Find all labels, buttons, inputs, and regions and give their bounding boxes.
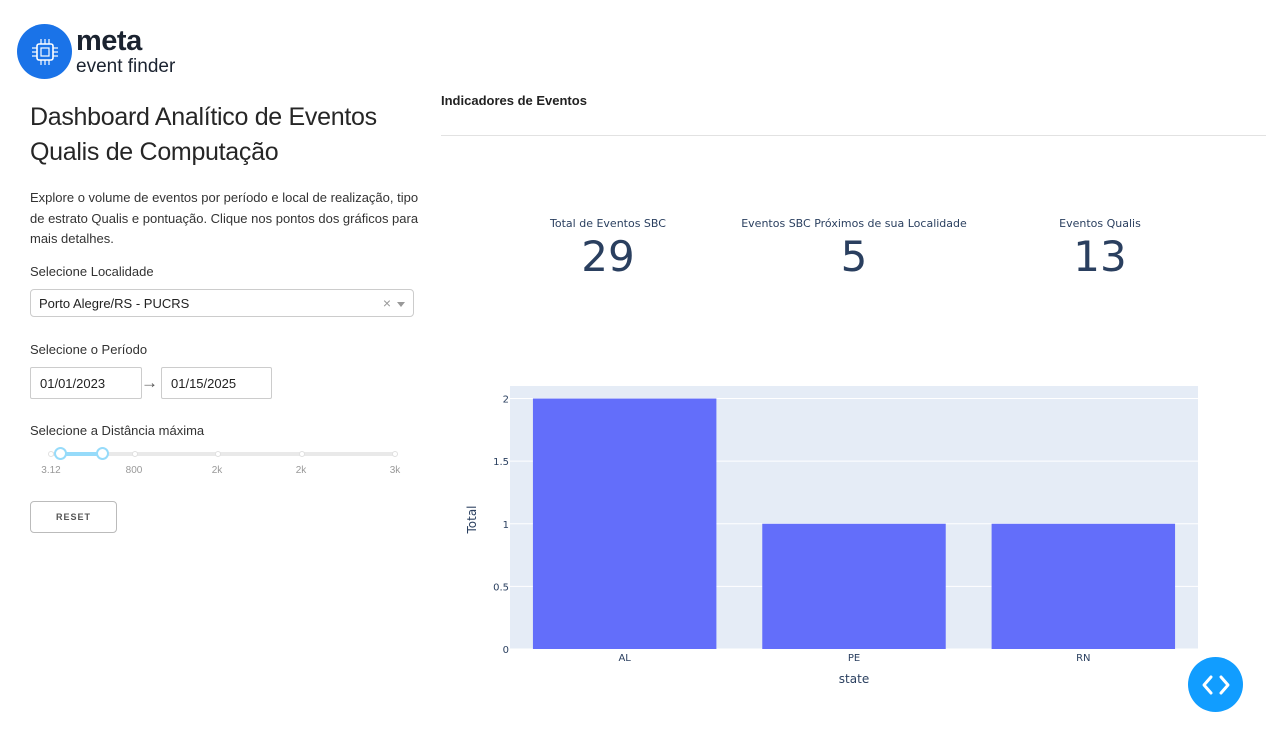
x-tick-label: AL [618,653,631,664]
kpi-qualis: Eventos Qualis 13 [950,217,1250,280]
slider-dot [299,451,305,457]
slider-mark: 3k [389,465,401,476]
slider-mark: 800 [125,465,143,476]
chevron-down-icon[interactable] [397,302,405,307]
y-tick-label: 1 [503,520,509,531]
bar-chart[interactable]: 0 0.5 1 1.5 2 AL PE RN Total state [441,360,1221,700]
divider [441,135,1266,136]
kpi-value: 13 [1073,232,1127,281]
y-axis-label: Total [465,505,479,534]
indicators-title: Indicadores de Eventos [441,93,587,108]
brand-logo: meta event finder [17,24,175,79]
y-tick-label: 0 [503,645,509,656]
y-tick-label: 0.5 [493,582,509,593]
arrow-right-icon: → [141,373,158,392]
page-title: Dashboard Analítico de Eventos Qualis de… [30,103,377,166]
start-date-input[interactable]: 01/01/2023 [30,367,142,399]
kpi-label: Eventos Qualis [1059,217,1141,230]
x-tick-label: RN [1076,653,1090,664]
slider-handle-min[interactable] [54,447,67,460]
location-label: Selecione Localidade [30,264,154,279]
slider-handle-max[interactable] [96,447,109,460]
y-tick-label: 1.5 [493,457,509,468]
sidebar: Dashboard Analítico de Eventos Qualis de… [30,100,420,250]
brand-name: meta [76,25,142,57]
y-tick-label: 2 [503,395,509,406]
distance-label: Selecione a Distância máxima [30,423,205,438]
location-value: Porto Alegre/RS - PUCRS [39,296,190,311]
slider-mark: 3.12 [41,465,61,476]
code-brackets-icon[interactable] [1188,657,1243,712]
x-tick-label: PE [848,653,860,664]
end-date-input[interactable]: 01/15/2025 [161,367,272,399]
reset-button[interactable]: RESET [30,501,117,533]
close-icon[interactable]: × [383,295,391,311]
slider-dot [215,451,221,457]
slider-dot [392,451,398,457]
x-axis-label: state [839,672,869,686]
location-dropdown[interactable]: Porto Alegre/RS - PUCRS × [30,289,414,317]
brand-subtitle: event finder [76,56,176,77]
chip-icon [17,24,72,79]
slider-mark: 2k [295,465,307,476]
page-description: Explore o volume de eventos por período … [30,190,419,246]
bar[interactable] [762,523,946,649]
bar[interactable] [991,523,1176,649]
distance-slider[interactable]: 3.12 800 2k 2k 3k [30,444,410,484]
slider-dot [132,451,138,457]
bar[interactable] [532,398,717,649]
slider-mark: 2k [211,465,223,476]
period-label: Selecione o Período [30,342,148,357]
